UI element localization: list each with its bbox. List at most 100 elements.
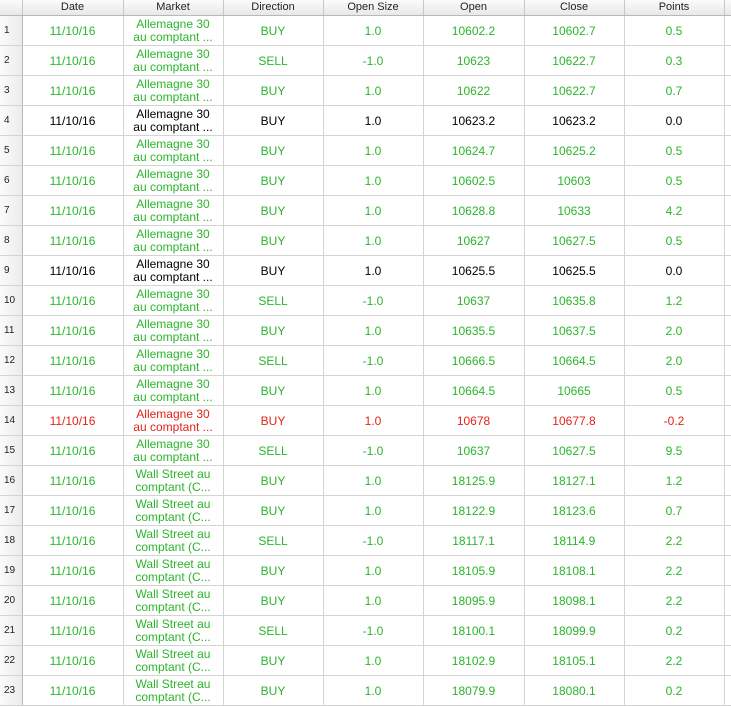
cell-market[interactable]: Allemagne 30 au comptant ... bbox=[123, 345, 224, 376]
table-row[interactable]: 21 11/10/16 Wall Street au comptant (C... SE… bbox=[0, 615, 731, 646]
cell-extra[interactable] bbox=[724, 555, 731, 586]
cell-market[interactable]: Allemagne 30 au comptant ... bbox=[123, 105, 224, 136]
cell-points[interactable]: 0.2 bbox=[624, 675, 725, 706]
table-row[interactable]: 1 11/10/16 Allemagne 30 au comptant ... BUY 1… bbox=[0, 15, 731, 46]
cell-extra[interactable] bbox=[724, 645, 731, 676]
cell-date[interactable]: 11/10/16 bbox=[22, 645, 124, 676]
table-row[interactable]: 2 11/10/16 Allemagne 30 au comptant ... SELL… bbox=[0, 45, 731, 76]
cell-direction[interactable]: SELL bbox=[223, 285, 324, 316]
row-number[interactable]: 22 bbox=[0, 645, 23, 676]
column-header-close[interactable]: Close bbox=[524, 0, 625, 16]
row-number[interactable]: 17 bbox=[0, 495, 23, 526]
cell-direction[interactable]: BUY bbox=[223, 255, 324, 286]
cell-open[interactable]: 18102.9 bbox=[423, 645, 525, 676]
cell-open-size[interactable]: 1.0 bbox=[323, 105, 424, 136]
table-row[interactable]: 23 11/10/16 Wall Street au comptant (C... BU… bbox=[0, 675, 731, 706]
cell-open-size[interactable]: 1.0 bbox=[323, 375, 424, 406]
cell-extra[interactable] bbox=[724, 615, 731, 646]
cell-market[interactable]: Allemagne 30 au comptant ... bbox=[123, 195, 224, 226]
row-number[interactable]: 1 bbox=[0, 15, 23, 46]
cell-date[interactable]: 11/10/16 bbox=[22, 255, 124, 286]
table-row[interactable]: 3 11/10/16 Allemagne 30 au comptant ... BUY 1… bbox=[0, 75, 731, 106]
cell-open[interactable]: 10666.5 bbox=[423, 345, 525, 376]
cell-direction[interactable]: SELL bbox=[223, 435, 324, 466]
cell-extra[interactable] bbox=[724, 105, 731, 136]
cell-date[interactable]: 11/10/16 bbox=[22, 465, 124, 496]
cell-extra[interactable] bbox=[724, 75, 731, 106]
cell-direction[interactable]: SELL bbox=[223, 45, 324, 76]
cell-open[interactable]: 10627 bbox=[423, 225, 525, 256]
row-number[interactable]: 6 bbox=[0, 165, 23, 196]
cell-points[interactable]: 2.2 bbox=[624, 555, 725, 586]
table-row[interactable]: 8 11/10/16 Allemagne 30 au comptant ... BUY 1… bbox=[0, 225, 731, 256]
row-number[interactable]: 11 bbox=[0, 315, 23, 346]
cell-date[interactable]: 11/10/16 bbox=[22, 285, 124, 316]
cell-date[interactable]: 11/10/16 bbox=[22, 585, 124, 616]
cell-close[interactable]: 10664.5 bbox=[524, 345, 625, 376]
cell-date[interactable]: 11/10/16 bbox=[22, 615, 124, 646]
row-number[interactable]: 7 bbox=[0, 195, 23, 226]
column-header-date[interactable]: Date bbox=[22, 0, 124, 16]
row-number[interactable]: 9 bbox=[0, 255, 23, 286]
column-header-market[interactable]: Market bbox=[123, 0, 224, 16]
cell-open-size[interactable]: 1.0 bbox=[323, 465, 424, 496]
cell-open[interactable]: 18122.9 bbox=[423, 495, 525, 526]
corner-cell[interactable] bbox=[0, 0, 23, 16]
cell-date[interactable]: 11/10/16 bbox=[22, 45, 124, 76]
cell-close[interactable]: 18127.1 bbox=[524, 465, 625, 496]
cell-points[interactable]: 2.0 bbox=[624, 315, 725, 346]
row-number[interactable]: 19 bbox=[0, 555, 23, 586]
table-row[interactable]: 6 11/10/16 Allemagne 30 au comptant ... BUY 1… bbox=[0, 165, 731, 196]
cell-market[interactable]: Allemagne 30 au comptant ... bbox=[123, 375, 224, 406]
cell-close[interactable]: 10603 bbox=[524, 165, 625, 196]
cell-open[interactable]: 10625.5 bbox=[423, 255, 525, 286]
cell-extra[interactable] bbox=[724, 135, 731, 166]
table-row[interactable]: 5 11/10/16 Allemagne 30 au comptant ... BUY 1… bbox=[0, 135, 731, 166]
cell-date[interactable]: 11/10/16 bbox=[22, 675, 124, 706]
cell-direction[interactable]: BUY bbox=[223, 315, 324, 346]
cell-open-size[interactable]: 1.0 bbox=[323, 165, 424, 196]
cell-direction[interactable]: BUY bbox=[223, 105, 324, 136]
cell-open[interactable]: 18117.1 bbox=[423, 525, 525, 556]
cell-close[interactable]: 10633 bbox=[524, 195, 625, 226]
cell-market[interactable]: Wall Street au comptant (C... bbox=[123, 675, 224, 706]
cell-close[interactable]: 10627.5 bbox=[524, 225, 625, 256]
cell-open-size[interactable]: -1.0 bbox=[323, 285, 424, 316]
cell-date[interactable]: 11/10/16 bbox=[22, 525, 124, 556]
cell-open-size[interactable]: 1.0 bbox=[323, 135, 424, 166]
cell-open[interactable]: 10637 bbox=[423, 285, 525, 316]
cell-close[interactable]: 18108.1 bbox=[524, 555, 625, 586]
cell-points[interactable]: 0.5 bbox=[624, 135, 725, 166]
cell-open-size[interactable]: -1.0 bbox=[323, 615, 424, 646]
cell-close[interactable]: 18080.1 bbox=[524, 675, 625, 706]
cell-points[interactable]: 0.0 bbox=[624, 255, 725, 286]
cell-direction[interactable]: BUY bbox=[223, 225, 324, 256]
cell-market[interactable]: Allemagne 30 au comptant ... bbox=[123, 135, 224, 166]
cell-direction[interactable]: BUY bbox=[223, 585, 324, 616]
cell-open-size[interactable]: 1.0 bbox=[323, 585, 424, 616]
cell-open[interactable]: 18100.1 bbox=[423, 615, 525, 646]
row-number[interactable]: 2 bbox=[0, 45, 23, 76]
cell-close[interactable]: 18123.6 bbox=[524, 495, 625, 526]
table-row[interactable]: 4 11/10/16 Allemagne 30 au comptant ... BUY 1… bbox=[0, 105, 731, 136]
cell-market[interactable]: Wall Street au comptant (C... bbox=[123, 555, 224, 586]
cell-open-size[interactable]: 1.0 bbox=[323, 225, 424, 256]
cell-close[interactable]: 10622.7 bbox=[524, 45, 625, 76]
cell-points[interactable]: 1.2 bbox=[624, 285, 725, 316]
cell-market[interactable]: Wall Street au comptant (C... bbox=[123, 525, 224, 556]
cell-date[interactable]: 11/10/16 bbox=[22, 195, 124, 226]
cell-direction[interactable]: BUY bbox=[223, 375, 324, 406]
cell-direction[interactable]: BUY bbox=[223, 495, 324, 526]
cell-open-size[interactable]: 1.0 bbox=[323, 195, 424, 226]
table-row[interactable]: 22 11/10/16 Wall Street au comptant (C... BU… bbox=[0, 645, 731, 676]
cell-open[interactable]: 18079.9 bbox=[423, 675, 525, 706]
cell-close[interactable]: 10622.7 bbox=[524, 75, 625, 106]
cell-extra[interactable] bbox=[724, 225, 731, 256]
cell-direction[interactable]: BUY bbox=[223, 555, 324, 586]
cell-points[interactable]: 4.2 bbox=[624, 195, 725, 226]
cell-open[interactable]: 10637 bbox=[423, 435, 525, 466]
cell-points[interactable]: 2.0 bbox=[624, 345, 725, 376]
cell-open[interactable]: 10622 bbox=[423, 75, 525, 106]
cell-direction[interactable]: BUY bbox=[223, 465, 324, 496]
table-row[interactable]: 12 11/10/16 Allemagne 30 au comptant ... SEL… bbox=[0, 345, 731, 376]
